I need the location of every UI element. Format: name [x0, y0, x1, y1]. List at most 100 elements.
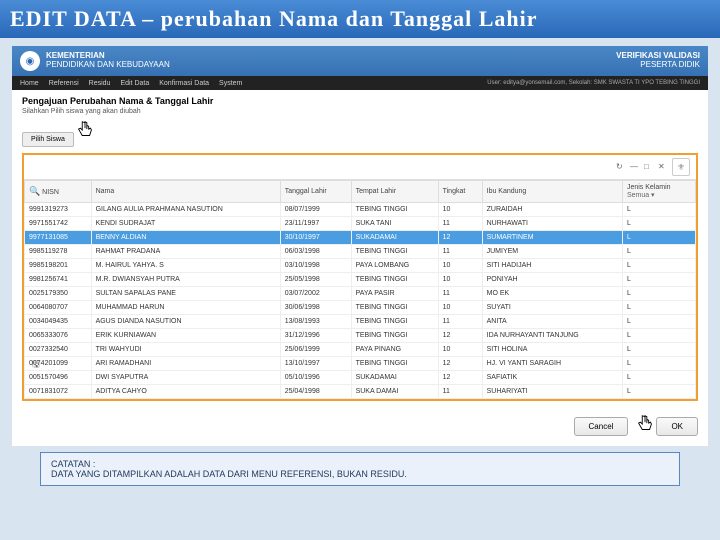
cell-tingkat: 12 — [438, 329, 482, 343]
cell-jk: L — [622, 259, 695, 273]
page-subtitle: Silahkan Pilih siswa yang akan diubah — [12, 108, 708, 121]
cell-tgl: 30/10/1997 — [280, 231, 351, 245]
cell-ibu: ANITA — [482, 315, 622, 329]
cell-nama: AGUS DIANDA NASUTION — [91, 315, 280, 329]
cell-jk: L — [622, 315, 695, 329]
dialog-footer: Cancel OK — [12, 407, 708, 446]
cell-nama: KENDI SUDRAJAT — [91, 217, 280, 231]
cell-tingkat: 11 — [438, 315, 482, 329]
disk-icon[interactable]: 🖫 — [32, 357, 44, 369]
table-row[interactable]: 0051570496DWI SYAPUTRA05/10/1996SUKADAMA… — [25, 371, 696, 385]
cell-tingkat: 12 — [438, 357, 482, 371]
cell-tgl: 25/04/1998 — [280, 385, 351, 399]
cell-tempat: PAYA PINANG — [351, 343, 438, 357]
cell-nama: SULTAN SAPALAS PANE — [91, 287, 280, 301]
col-tingkat[interactable]: Tingkat — [438, 181, 482, 203]
close-icon[interactable] — [658, 162, 668, 172]
cell-nisn: 9977131085 — [25, 231, 92, 245]
cell-jk: L — [622, 385, 695, 399]
menu-residu[interactable]: Residu — [89, 80, 111, 87]
cell-nama: M.R. DWIANSYAH PUTRA — [91, 273, 280, 287]
jk-filter-dropdown[interactable]: Semua ▾ — [627, 192, 655, 199]
ok-button[interactable]: OK — [656, 417, 698, 436]
table-row[interactable]: 9985198201M. HAIRUL YAHYA. S03/10/1998PA… — [25, 259, 696, 273]
cell-tempat: SUKA DAMAI — [351, 385, 438, 399]
cell-tingkat: 11 — [438, 245, 482, 259]
cell-nama: BENNY ALDIAN — [91, 231, 280, 245]
cell-tempat: TEBING TINGGI — [351, 329, 438, 343]
cell-tempat: TEBING TINGGI — [351, 245, 438, 259]
refresh-icon[interactable] — [616, 162, 626, 172]
table-row[interactable]: 9981256741M.R. DWIANSYAH PUTRA25/05/1998… — [25, 273, 696, 287]
slide-title: EDIT DATA – perubahan Nama dan Tanggal L… — [0, 0, 720, 38]
table-row[interactable]: 0027332540TRI WAHYUDI25/06/1999PAYA PINA… — [25, 343, 696, 357]
student-table: 🔍 NISN Nama Tanggal Lahir Tempat Lahir T… — [24, 180, 696, 399]
cell-tingkat: 10 — [438, 273, 482, 287]
cell-tgl: 06/03/1998 — [280, 245, 351, 259]
cell-nama: TRI WAHYUDI — [91, 343, 280, 357]
table-row[interactable]: 0025179350SULTAN SAPALAS PANE03/07/2002P… — [25, 287, 696, 301]
col-jk[interactable]: Jenis KelaminSemua ▾ — [622, 181, 695, 203]
cell-ibu: HJ. VI YANTI SARAGIH — [482, 357, 622, 371]
cell-tempat: PAYA LOMBANG — [351, 259, 438, 273]
note-body: DATA YANG DITAMPILKAN ADALAH DATA DARI M… — [51, 469, 669, 479]
cell-jk: L — [622, 231, 695, 245]
table-row[interactable]: 9985119278RAHMAT PRADANA06/03/1998TEBING… — [25, 245, 696, 259]
minimize-icon[interactable] — [630, 162, 640, 172]
cell-ibu: SUMARTINEM — [482, 231, 622, 245]
table-row[interactable]: 0034049435AGUS DIANDA NASUTION13/08/1993… — [25, 315, 696, 329]
cell-tempat: SUKADAMAI — [351, 231, 438, 245]
table-row[interactable]: 0064080707MUHAMMAD HARUN30/06/1998TEBING… — [25, 301, 696, 315]
menu-konfirmasi[interactable]: Konfirmasi Data — [159, 80, 209, 87]
cell-nisn: 9981256741 — [25, 273, 92, 287]
cancel-button[interactable]: Cancel — [574, 417, 629, 436]
cell-tgl: 31/12/1996 — [280, 329, 351, 343]
cell-tempat: TEBING TINGGI — [351, 315, 438, 329]
cell-tingkat: 11 — [438, 217, 482, 231]
note-box: CATATAN : DATA YANG DITAMPILKAN ADALAH D… — [40, 452, 680, 486]
cell-tgl: 23/11/1997 — [280, 217, 351, 231]
cell-ibu: SUYATI — [482, 301, 622, 315]
cell-ibu: IDA NURHAYANTI TANJUNG — [482, 329, 622, 343]
col-nisn[interactable]: 🔍 NISN — [25, 181, 92, 203]
cell-ibu: ZURAIDAH — [482, 203, 622, 217]
cell-tgl: 05/10/1996 — [280, 371, 351, 385]
app-window: ◉ KEMENTERIAN PENDIDIKAN DAN KEBUDAYAAN … — [12, 46, 708, 446]
cell-nisn: 9971551742 — [25, 217, 92, 231]
table-row[interactable]: 9991319273GILANG AULIA PRAHMANA NASUTION… — [25, 203, 696, 217]
verification-badge: VERIFIKASI VALIDASI PESERTA DIDIK — [616, 52, 700, 70]
cell-tgl: 30/06/1998 — [280, 301, 351, 315]
cell-tingkat: 11 — [438, 385, 482, 399]
cell-nisn: 0027332540 — [25, 343, 92, 357]
cell-tgl: 25/06/1999 — [280, 343, 351, 357]
menu-system[interactable]: System — [219, 80, 242, 87]
emblem-icon: ⚜ — [672, 158, 690, 176]
table-row[interactable]: 0065333076ERIK KURNIAWAN31/12/1996TEBING… — [25, 329, 696, 343]
col-tempat[interactable]: Tempat Lahir — [351, 181, 438, 203]
cell-tingkat: 12 — [438, 231, 482, 245]
menu-referensi[interactable]: Referensi — [49, 80, 79, 87]
col-ibu[interactable]: Ibu Kandung — [482, 181, 622, 203]
table-row[interactable]: 9971551742KENDI SUDRAJAT23/11/1997SUKA T… — [25, 217, 696, 231]
col-tgl[interactable]: Tanggal Lahir — [280, 181, 351, 203]
cell-tempat: PAYA PASIR — [351, 287, 438, 301]
cell-nama: ARI RAMADHANI — [91, 357, 280, 371]
search-icon: 🔍 — [29, 186, 40, 196]
cell-tgl: 13/10/1997 — [280, 357, 351, 371]
col-nama[interactable]: Nama — [91, 181, 280, 203]
cell-nisn: 0071831072 — [25, 385, 92, 399]
app-header: ◉ KEMENTERIAN PENDIDIKAN DAN KEBUDAYAAN … — [12, 46, 708, 76]
cell-ibu: SITI HADIJAH — [482, 259, 622, 273]
cell-ibu: JUMIYEM — [482, 245, 622, 259]
pilih-siswa-button[interactable]: Pilih Siswa — [22, 132, 74, 147]
panel-toolbar: ⚜ — [24, 155, 696, 180]
cell-ibu: SITI HOLINA — [482, 343, 622, 357]
maximize-icon[interactable] — [644, 162, 654, 172]
table-row[interactable]: 9977131085BENNY ALDIAN30/10/1997SUKADAMA… — [25, 231, 696, 245]
table-row[interactable]: 0074201099ARI RAMADHANI13/10/1997TEBING … — [25, 357, 696, 371]
cell-jk: L — [622, 343, 695, 357]
table-row[interactable]: 0071831072ADITYA CAHYO25/04/1998SUKA DAM… — [25, 385, 696, 399]
cell-tingkat: 10 — [438, 343, 482, 357]
menu-home[interactable]: Home — [20, 80, 39, 87]
menu-edit-data[interactable]: Edit Data — [120, 80, 149, 87]
